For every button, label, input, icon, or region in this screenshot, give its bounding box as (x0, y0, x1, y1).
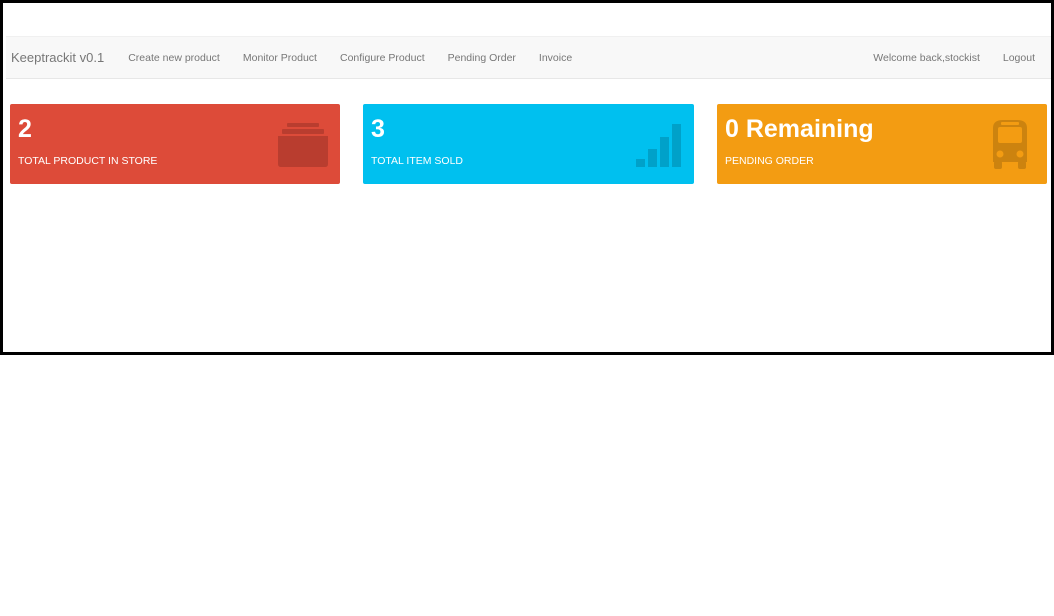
logout-link[interactable]: Logout (1003, 52, 1035, 64)
nav-monitor-product[interactable]: Monitor Product (243, 52, 317, 64)
stat-box-total-product: 2 TOTAL PRODUCT IN STORE (10, 104, 340, 184)
stat-label: PENDING ORDER (725, 155, 814, 167)
nav-links: Create new product Monitor Product Confi… (128, 52, 595, 64)
nav-right: Welcome back,stockist Logout (873, 52, 1051, 64)
stat-label: TOTAL PRODUCT IN STORE (18, 155, 158, 167)
archive-icon (278, 123, 328, 167)
stat-value: 0 Remaining (725, 115, 874, 143)
stat-box-total-item-sold: 3 TOTAL ITEM SOLD (363, 104, 694, 184)
stat-label: TOTAL ITEM SOLD (371, 155, 463, 167)
stat-box-pending-order: 0 Remaining PENDING ORDER (717, 104, 1047, 184)
nav-create-new-product[interactable]: Create new product (128, 52, 220, 64)
brand-link[interactable]: Keeptrackit v0.1 (11, 50, 104, 65)
signal-bars-icon (636, 124, 681, 167)
welcome-user-link[interactable]: Welcome back,stockist (873, 52, 980, 64)
nav-configure-product[interactable]: Configure Product (340, 52, 425, 64)
nav-pending-order[interactable]: Pending Order (448, 52, 516, 64)
nav-invoice[interactable]: Invoice (539, 52, 572, 64)
stat-value: 3 (371, 115, 385, 143)
app-window: Keeptrackit v0.1 Create new product Moni… (0, 0, 1054, 355)
stat-value: 2 (18, 115, 32, 143)
bus-icon (993, 120, 1027, 169)
navbar: Keeptrackit v0.1 Create new product Moni… (6, 36, 1051, 79)
